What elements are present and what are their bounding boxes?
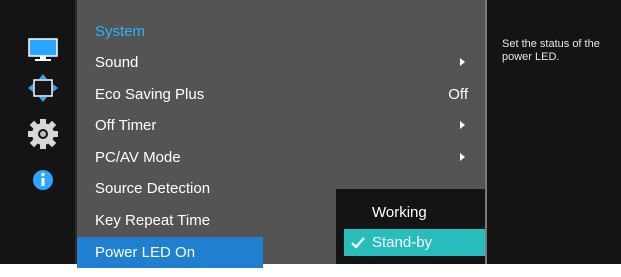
category-rail (0, 0, 75, 264)
move-arrows-icon[interactable] (26, 74, 60, 102)
help-text: Set the status of the power LED. (502, 38, 600, 63)
menu-item-pc-av-mode[interactable]: PC/AV Mode (77, 142, 485, 173)
menu-item-value: Off (448, 86, 468, 103)
option-label: Stand-by (372, 234, 433, 251)
menu-item-label: Key Repeat Time (95, 212, 211, 229)
option-label: Working (372, 204, 427, 221)
chevron-right-icon (460, 58, 465, 66)
checkmark-icon (351, 236, 365, 249)
menu-item-label: Power LED On (95, 244, 196, 261)
monitor-icon[interactable] (26, 36, 60, 64)
osd-window: System Sound Eco Saving Plus Off Off Tim… (0, 0, 621, 268)
help-panel: Set the status of the power LED. (487, 0, 621, 264)
menu-item-label: Sound (95, 54, 139, 71)
menu-item-label: Eco Saving Plus (95, 86, 205, 103)
info-icon[interactable] (26, 168, 60, 196)
menu-item-label: PC/AV Mode (95, 149, 181, 166)
menu-header: System (95, 23, 146, 40)
menu-item-sound[interactable]: Sound (77, 47, 485, 78)
menu-item-power-led-on[interactable]: Power LED On (77, 237, 263, 268)
menu-item-eco-saving-plus[interactable]: Eco Saving Plus Off (77, 79, 485, 110)
menu-item-label: Source Detection (95, 180, 211, 197)
menu-item-label: Off Timer (95, 117, 157, 134)
menu-item-off-timer[interactable]: Off Timer (77, 110, 485, 141)
gear-icon[interactable] (26, 117, 60, 149)
chevron-right-icon (460, 153, 465, 161)
chevron-right-icon (460, 121, 465, 129)
